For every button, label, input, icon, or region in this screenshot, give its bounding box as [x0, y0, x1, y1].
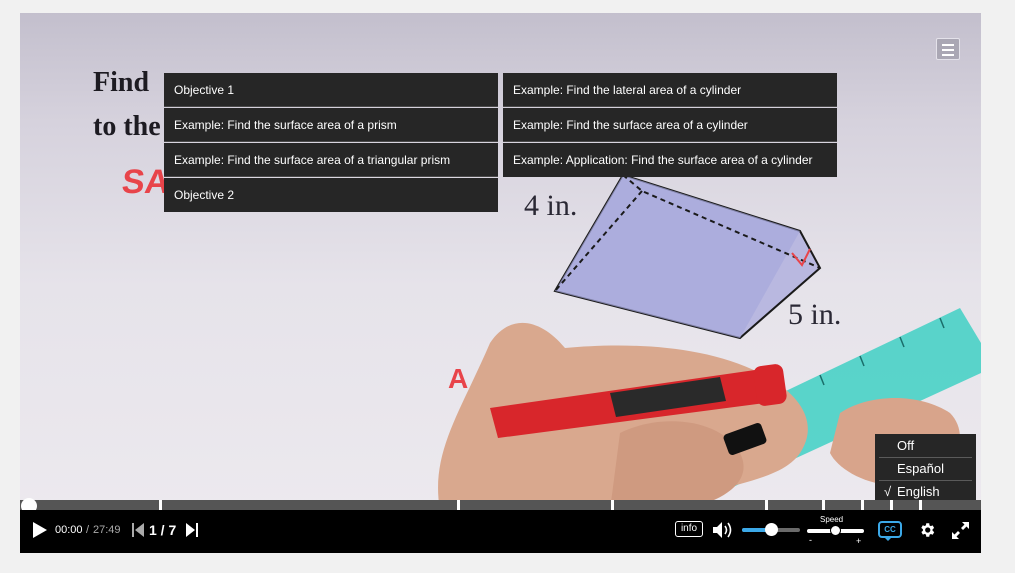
current-time: 00:00	[55, 524, 83, 536]
chapter-marker[interactable]	[861, 500, 864, 510]
chapter-marker[interactable]	[457, 500, 460, 510]
chapter-item[interactable]: Example: Find the surface area of a pris…	[164, 108, 498, 142]
skip-forward-icon[interactable]	[185, 522, 199, 538]
chapter-item[interactable]: Objective 1	[164, 73, 498, 107]
caption-option-off[interactable]: Off	[879, 435, 972, 458]
time-separator: /	[86, 524, 90, 536]
board-text-line1: Find	[93, 67, 150, 98]
chapter-marker[interactable]	[919, 500, 922, 510]
info-button[interactable]: info	[675, 521, 703, 537]
video-player[interactable]: Find to the SA A 4 in. 5 in. Objective 1…	[20, 13, 981, 553]
caption-option-label: English	[897, 484, 940, 499]
menu-icon-bar	[942, 49, 954, 51]
dimension-label-5in: 5 in.	[788, 298, 842, 331]
captions-button[interactable]: CC	[878, 521, 902, 541]
menu-icon	[942, 44, 954, 46]
chapter-item[interactable]: Example: Find the lateral area of a cyli…	[503, 73, 837, 107]
chapter-marker[interactable]	[611, 500, 614, 510]
volume-icon[interactable]	[712, 521, 734, 539]
caption-option-label: Off	[897, 438, 915, 453]
caption-option-label: Español	[897, 461, 944, 476]
menu-icon-bar	[942, 54, 954, 56]
chapter-item[interactable]: Example: Application: Find the surface a…	[503, 143, 837, 177]
chapter-marker[interactable]	[890, 500, 893, 510]
chapter-marker[interactable]	[765, 500, 768, 510]
seek-bar[interactable]	[20, 500, 981, 510]
play-icon[interactable]	[32, 521, 48, 539]
speed-minus: -	[809, 535, 812, 545]
chapter-marker[interactable]	[159, 500, 162, 510]
speed-handle[interactable]	[830, 525, 841, 536]
slide-index: 1 / 7	[149, 522, 177, 538]
chapter-item[interactable]: Example: Find the surface area of a tria…	[164, 143, 498, 177]
captions-menu: Off Español √ English	[875, 434, 976, 505]
volume-handle[interactable]	[765, 523, 778, 536]
skip-back-icon[interactable]	[131, 522, 145, 538]
chapter-item[interactable]: Example: Find the surface area of a cyli…	[503, 108, 837, 142]
control-bar: 00:00 / 27:49 1 / 7 info Speed - + CC	[20, 510, 981, 553]
board-handwriting-a: A	[448, 363, 469, 394]
chapter-item[interactable]: Objective 2	[164, 178, 498, 212]
speed-label: Speed	[820, 515, 844, 524]
chapter-menu-button[interactable]	[936, 38, 960, 60]
caption-option-espanol[interactable]: Español	[879, 458, 972, 481]
settings-gear-icon[interactable]	[918, 521, 936, 539]
chapter-marker[interactable]	[822, 500, 825, 510]
dimension-label-4in: 4 in.	[524, 189, 578, 222]
speed-plus: +	[856, 536, 862, 546]
board-text-line2: to the	[93, 111, 161, 142]
duration: 27:49	[93, 524, 121, 536]
fullscreen-icon[interactable]	[951, 521, 970, 540]
